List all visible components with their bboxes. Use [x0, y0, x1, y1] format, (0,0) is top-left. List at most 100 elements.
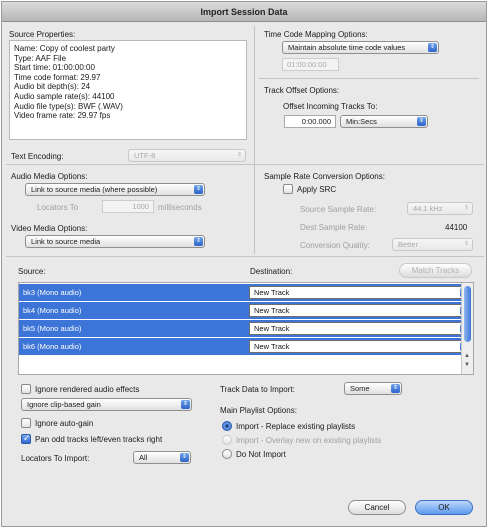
source-properties-label: Source Properties: — [9, 30, 76, 39]
source-property-line: Audio file type(s): BWF (.WAV) — [14, 101, 123, 111]
track-offset-units-value: Min:Secs — [346, 117, 377, 126]
scroll-thumb[interactable] — [464, 286, 471, 342]
track-list[interactable]: bk3 (Mono audio) New Track ⇕ bk4 (Mono a… — [18, 282, 474, 375]
source-sample-rate-label: Source Sample Rate: — [300, 205, 377, 214]
conversion-quality-value: Better — [398, 240, 419, 249]
track-source: bk5 (Mono audio) — [23, 324, 82, 333]
source-properties-box: Name: Copy of coolest party Type: AAF Fi… — [9, 40, 247, 140]
dialog-title: Import Session Data — [2, 2, 486, 22]
scroll-up-arrow-icon[interactable]: ▲ — [464, 353, 470, 359]
track-offset-units-popup[interactable]: Min:Secs ⇕ — [340, 115, 428, 128]
track-destination-value: New Track — [254, 342, 290, 351]
text-encoding-popup[interactable]: UTF-8 ⇕ — [128, 149, 246, 162]
popup-arrow-icon: ⇕ — [181, 400, 190, 409]
playlist-overlay-label: Import - Overlay new on existing playlis… — [236, 436, 382, 445]
ignore-rendered-checkbox[interactable] — [21, 384, 31, 394]
locators-to-import-popup[interactable]: All ⇕ — [133, 451, 191, 464]
playlist-overlay-radio[interactable] — [222, 435, 232, 445]
popup-arrow-icon: ⇕ — [463, 205, 470, 211]
ignore-auto-gain-label: Ignore auto-gain — [35, 419, 94, 428]
popup-arrow-icon: ⇕ — [236, 152, 243, 158]
source-property-line: Name: Copy of coolest party — [14, 44, 115, 53]
scroll-down-arrow-icon[interactable]: ▼ — [464, 362, 470, 368]
conversion-quality-label: Conversion Quality: — [300, 241, 370, 250]
track-data-popup[interactable]: Some ⇕ — [344, 382, 402, 395]
time-code-mapping-value: Maintain absolute time code values — [288, 43, 406, 52]
popup-arrow-icon: ⇕ — [180, 453, 189, 462]
track-destination-value: New Track — [254, 324, 290, 333]
section-divider — [259, 78, 479, 79]
milliseconds-label: milliseconds — [158, 203, 202, 212]
main-playlist-label: Main Playlist Options: — [220, 406, 297, 415]
popup-arrow-icon: ⇕ — [428, 43, 437, 52]
playlist-do-not-import-radio[interactable] — [222, 449, 232, 459]
column-divider — [254, 26, 255, 254]
track-destination-popup[interactable]: New Track ⇕ — [249, 322, 471, 335]
source-sample-rate-value: 44.1 kHz — [413, 204, 443, 213]
time-code-mapping-popup[interactable]: Maintain absolute time code values ⇕ — [282, 41, 439, 54]
dest-sample-rate-label: Dest Sample Rate: — [300, 223, 368, 232]
locators-to-import-value: All — [139, 453, 148, 462]
source-column-label: Source: — [18, 267, 46, 276]
source-property-line: Audio bit depth(s): 24 — [14, 82, 91, 92]
audio-media-value: Link to source media (where possible) — [31, 185, 158, 194]
track-destination-popup[interactable]: New Track ⇕ — [249, 286, 471, 299]
popup-arrow-icon: ⇕ — [194, 237, 203, 246]
locators-to-label: Locators To — [37, 203, 79, 212]
track-row[interactable]: bk6 (Mono audio) New Track ⇕ — [19, 338, 471, 355]
destination-column-label: Destination: — [250, 267, 293, 276]
pan-odd-label: Pan odd tracks left/even tracks right — [35, 435, 163, 444]
text-encoding-label: Text Encoding: — [11, 152, 64, 161]
clip-gain-popup[interactable]: Ignore clip-based gain ⇕ — [21, 398, 192, 411]
ignore-rendered-label: Ignore rendered audio effects — [35, 385, 140, 394]
time-code-mapping-label: Time Code Mapping Options: — [264, 30, 368, 39]
offset-incoming-label: Offset Incoming Tracks To: — [283, 102, 378, 111]
src-options-label: Sample Rate Conversion Options: — [264, 172, 385, 181]
popup-arrow-icon: ⇕ — [194, 185, 203, 194]
locators-to-import-label: Locators To Import: — [21, 454, 90, 463]
locators-ms-field[interactable]: 1000 — [102, 200, 154, 213]
cancel-button[interactable]: Cancel — [348, 500, 406, 515]
apply-src-label: Apply SRC — [297, 185, 337, 194]
track-destination-value: New Track — [254, 288, 290, 297]
audio-media-popup[interactable]: Link to source media (where possible) ⇕ — [25, 183, 205, 196]
conversion-quality-popup[interactable]: Better ⇕ — [392, 238, 473, 251]
time-code-field[interactable]: 01:00:00:00 — [282, 58, 339, 71]
source-property-line: Time code format: 29.97 — [14, 72, 101, 82]
import-session-data-dialog: Import Session Data Source Properties: N… — [1, 1, 487, 527]
ignore-auto-gain-checkbox[interactable] — [21, 418, 31, 428]
track-list-scrollbar[interactable]: ▲ ▼ — [461, 283, 473, 374]
track-source: bk4 (Mono audio) — [23, 306, 82, 315]
text-encoding-value: UTF-8 — [134, 151, 156, 160]
audio-media-label: Audio Media Options: — [11, 172, 88, 181]
track-data-value: Some — [350, 384, 370, 393]
clip-gain-value: Ignore clip-based gain — [27, 400, 101, 409]
playlist-replace-label: Import - Replace existing playlists — [236, 422, 356, 431]
track-destination-popup[interactable]: New Track ⇕ — [249, 304, 471, 317]
match-tracks-button[interactable]: Match Tracks — [399, 263, 472, 278]
source-property-line: Video frame rate: 29.97 fps — [14, 111, 111, 121]
popup-arrow-icon: ⇕ — [463, 241, 470, 247]
apply-src-checkbox[interactable] — [283, 184, 293, 194]
section-divider — [6, 164, 484, 165]
playlist-replace-radio[interactable] — [222, 421, 232, 431]
track-offset-label: Track Offset Options: — [264, 86, 340, 95]
pan-odd-checkbox[interactable] — [21, 433, 31, 444]
playlist-do-not-import-label: Do Not Import — [236, 450, 286, 459]
track-offset-field[interactable]: 0:00.000 — [284, 115, 336, 128]
video-media-popup[interactable]: Link to source media ⇕ — [25, 235, 205, 248]
ok-button[interactable]: OK — [415, 500, 473, 515]
source-property-line: Type: AAF File — [14, 53, 67, 63]
track-source: bk6 (Mono audio) — [23, 342, 82, 351]
track-row[interactable]: bk4 (Mono audio) New Track ⇕ — [19, 302, 471, 319]
track-source: bk3 (Mono audio) — [23, 288, 82, 297]
track-row[interactable]: bk3 (Mono audio) New Track ⇕ — [19, 284, 471, 301]
track-data-label: Track Data to Import: — [220, 385, 295, 394]
popup-arrow-icon: ⇕ — [391, 384, 400, 393]
track-row[interactable]: bk5 (Mono audio) New Track ⇕ — [19, 320, 471, 337]
track-destination-value: New Track — [254, 306, 290, 315]
popup-arrow-icon: ⇕ — [417, 117, 426, 126]
source-sample-rate-popup[interactable]: 44.1 kHz ⇕ — [407, 202, 473, 215]
track-destination-popup[interactable]: New Track ⇕ — [249, 340, 471, 353]
video-media-value: Link to source media — [31, 237, 101, 246]
